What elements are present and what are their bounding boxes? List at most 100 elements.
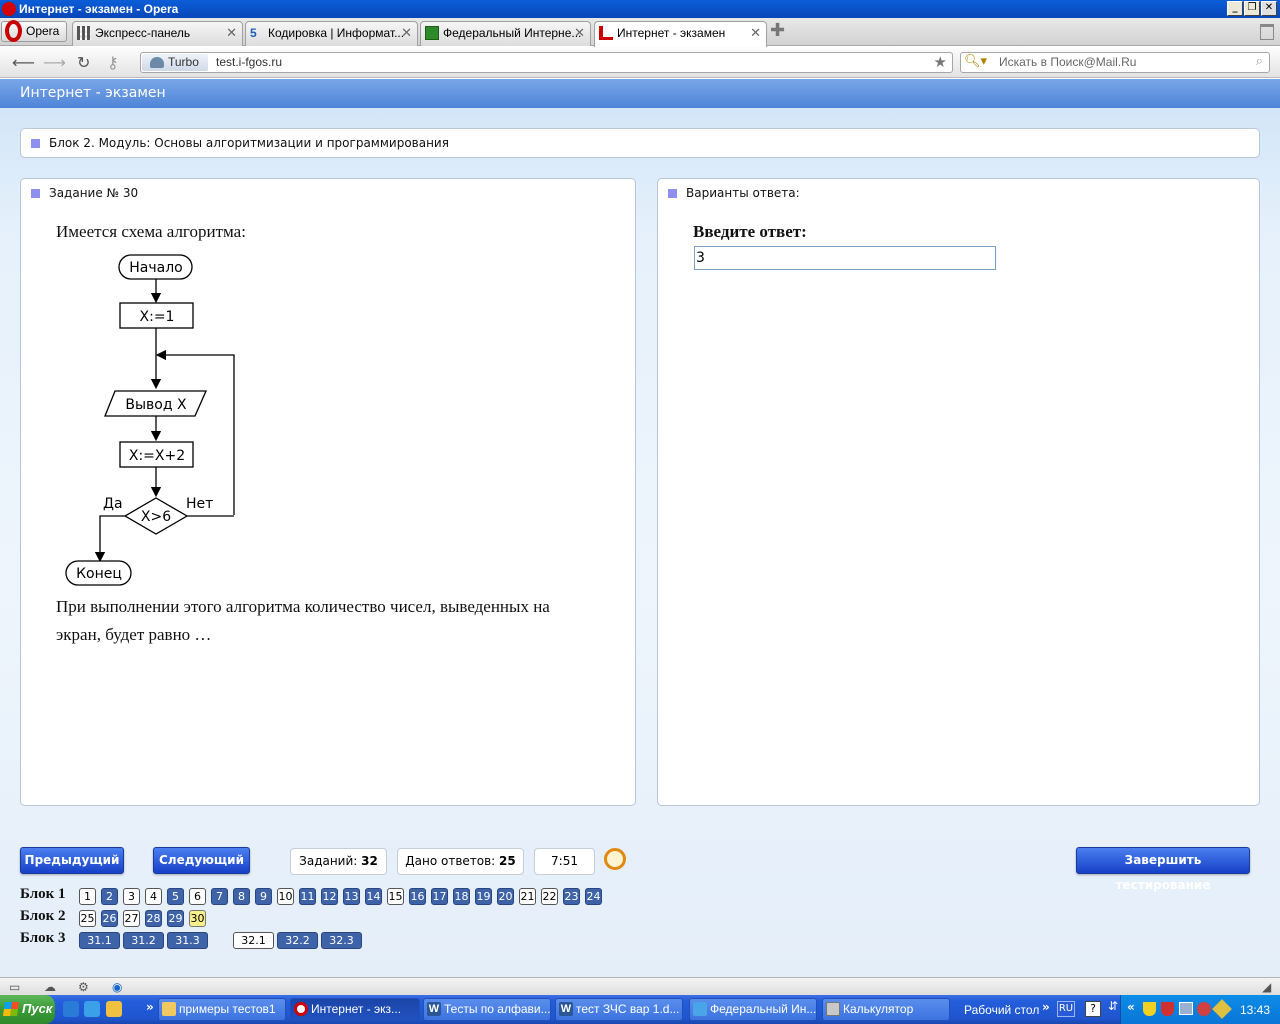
question-button[interactable]: 7 bbox=[211, 888, 228, 905]
ie-quicklaunch-icon[interactable] bbox=[63, 1001, 79, 1017]
question-button[interactable]: 31.1 bbox=[79, 932, 120, 949]
quicklaunch-more-icon[interactable]: » bbox=[146, 1000, 154, 1014]
taskbar-item[interactable]: Калькулятор bbox=[822, 998, 950, 1021]
shield-icon[interactable] bbox=[1143, 1002, 1156, 1016]
question-button[interactable]: 28 bbox=[145, 910, 162, 927]
question-button[interactable]: 31.2 bbox=[123, 932, 164, 949]
question-button[interactable]: 20 bbox=[497, 888, 514, 905]
forward-icon[interactable]: ⟶ bbox=[43, 53, 66, 72]
reload-icon[interactable]: ↻ bbox=[77, 53, 90, 72]
question-button[interactable]: 24 bbox=[585, 888, 602, 905]
tray-expand-icon[interactable]: « bbox=[1127, 1000, 1135, 1014]
question-button[interactable]: 22 bbox=[541, 888, 558, 905]
question-button[interactable]: 27 bbox=[123, 910, 140, 927]
question-button[interactable]: 23 bbox=[563, 888, 580, 905]
taskbar-item[interactable]: W Тесты по алфави... bbox=[423, 998, 551, 1021]
language-indicator[interactable]: RU bbox=[1057, 1001, 1075, 1017]
tab-internet-exam[interactable]: Интернет - экзамен ✕ bbox=[594, 21, 767, 47]
mail-agent-icon[interactable] bbox=[1197, 1002, 1211, 1016]
taskbar-item[interactable]: Интернет - экз... bbox=[290, 998, 420, 1021]
question-button[interactable]: 25 bbox=[79, 910, 96, 927]
answer-panel: Варианты ответа: Введите ответ: bbox=[657, 178, 1260, 806]
question-button[interactable]: 1 bbox=[79, 888, 96, 905]
question-button[interactable]: 31.3 bbox=[167, 932, 208, 949]
question-button[interactable]: 4 bbox=[145, 888, 162, 905]
question-button[interactable]: 11 bbox=[299, 888, 316, 905]
question-button[interactable]: 21 bbox=[519, 888, 536, 905]
panel-toggle-icon[interactable]: ▭ bbox=[9, 980, 20, 994]
question-button[interactable]: 32.2 bbox=[277, 932, 318, 949]
turbo-button[interactable]: Turbo bbox=[142, 54, 208, 71]
minimize-button[interactable]: _ bbox=[1227, 1, 1243, 16]
start-button[interactable]: Пуск bbox=[0, 995, 55, 1024]
tab-encoding[interactable]: 5 Кодировка | Информат... ✕ bbox=[245, 21, 418, 46]
help-icon[interactable]: ? bbox=[1085, 1001, 1101, 1017]
search-engine-icon[interactable]: 🔍︎▾ bbox=[964, 54, 987, 69]
close-tab-icon[interactable]: ✕ bbox=[226, 22, 237, 44]
answer-input[interactable] bbox=[694, 246, 996, 270]
tool-icon[interactable] bbox=[1212, 999, 1232, 1019]
tab-federal[interactable]: Федеральный Интерне... ✕ bbox=[420, 21, 591, 46]
close-tab-icon[interactable]: ✕ bbox=[401, 22, 412, 44]
url-text[interactable]: test.i-fgos.ru bbox=[216, 55, 282, 69]
window-title-bar: Интернет - экзамен - Opera _ ❐ ✕ bbox=[0, 0, 1280, 18]
close-tab-icon[interactable]: ✕ bbox=[750, 22, 761, 44]
question-button[interactable]: 19 bbox=[475, 888, 492, 905]
question-button[interactable]: 15 bbox=[387, 888, 404, 905]
question-button[interactable]: 5 bbox=[167, 888, 184, 905]
question-button[interactable]: 26 bbox=[101, 910, 118, 927]
question-button[interactable]: 2 bbox=[101, 888, 118, 905]
search-icon[interactable]: ⌕ bbox=[1256, 54, 1263, 69]
question-button[interactable]: 8 bbox=[233, 888, 250, 905]
key-icon[interactable]: ⚷ bbox=[107, 53, 119, 72]
answered-count: 25 bbox=[499, 854, 516, 868]
question-button[interactable]: 32.3 bbox=[321, 932, 362, 949]
question-button[interactable]: 6 bbox=[189, 888, 206, 905]
windows-logo-icon bbox=[3, 1002, 19, 1016]
taskbar: Пуск » примеры тестов1 Интернет - экз...… bbox=[0, 995, 1280, 1024]
arrow-icon[interactable]: ⇵ bbox=[1108, 999, 1118, 1013]
address-bar[interactable]: Turbo test.i-fgos.ru ★ bbox=[140, 52, 953, 73]
browser-quicklaunch-icon[interactable] bbox=[84, 1001, 100, 1017]
back-icon[interactable]: ⟵ bbox=[12, 53, 35, 72]
bullet-icon bbox=[668, 189, 677, 198]
previous-button[interactable]: Предыдущий bbox=[20, 847, 124, 874]
folder-quicklaunch-icon[interactable] bbox=[106, 1001, 122, 1017]
question-button[interactable]: 30 bbox=[189, 910, 206, 927]
flowchart-start-label: Начало bbox=[129, 260, 182, 276]
question-button[interactable]: 13 bbox=[343, 888, 360, 905]
taskbar-item[interactable]: примеры тестов1 bbox=[158, 998, 286, 1021]
close-tab-icon[interactable]: ✕ bbox=[574, 22, 585, 44]
new-tab-icon[interactable]: ✚ bbox=[770, 20, 785, 41]
tab-speed-dial[interactable]: Экспресс-панель ✕ bbox=[72, 21, 243, 46]
antivirus-icon[interactable] bbox=[1161, 1002, 1174, 1016]
question-button[interactable]: 12 bbox=[321, 888, 338, 905]
question-button[interactable]: 17 bbox=[431, 888, 448, 905]
question-button[interactable]: 14 bbox=[365, 888, 382, 905]
trash-icon[interactable] bbox=[1260, 24, 1274, 40]
speed-icon[interactable]: ◉ bbox=[112, 980, 122, 994]
close-button[interactable]: ✕ bbox=[1261, 1, 1277, 16]
system-tray: « 13:43 bbox=[1120, 995, 1280, 1024]
toolbar-more-icon[interactable]: » bbox=[1042, 1000, 1050, 1014]
unite-icon[interactable]: ⚙ bbox=[78, 980, 89, 994]
question-button[interactable]: 32.1 bbox=[233, 932, 274, 949]
question-button[interactable]: 29 bbox=[167, 910, 184, 927]
question-button[interactable]: 10 bbox=[277, 888, 294, 905]
next-button[interactable]: Следующий bbox=[153, 847, 250, 874]
taskbar-item[interactable]: Федеральный Ин... bbox=[689, 998, 817, 1021]
taskbar-item[interactable]: W тест ЗЧС вар 1.d... bbox=[555, 998, 683, 1021]
site-icon bbox=[599, 26, 613, 40]
question-button[interactable]: 18 bbox=[453, 888, 470, 905]
question-button[interactable]: 3 bbox=[123, 888, 140, 905]
network-icon[interactable] bbox=[1179, 1002, 1193, 1015]
restore-button[interactable]: ❐ bbox=[1244, 1, 1260, 16]
question-button[interactable]: 9 bbox=[255, 888, 272, 905]
opera-menu-button[interactable]: Opera bbox=[1, 20, 67, 42]
finish-test-button[interactable]: Завершить тестирование bbox=[1076, 847, 1250, 892]
question-button[interactable]: 16 bbox=[409, 888, 426, 905]
cloud-icon[interactable]: ☁ bbox=[44, 980, 56, 994]
bookmark-star-icon[interactable]: ★ bbox=[934, 53, 947, 71]
search-field[interactable]: 🔍︎▾ Искать в Поиск@Mail.Ru ⌕ bbox=[960, 52, 1270, 73]
desktop-toolbar-label[interactable]: Рабочий стол bbox=[964, 1003, 1039, 1017]
